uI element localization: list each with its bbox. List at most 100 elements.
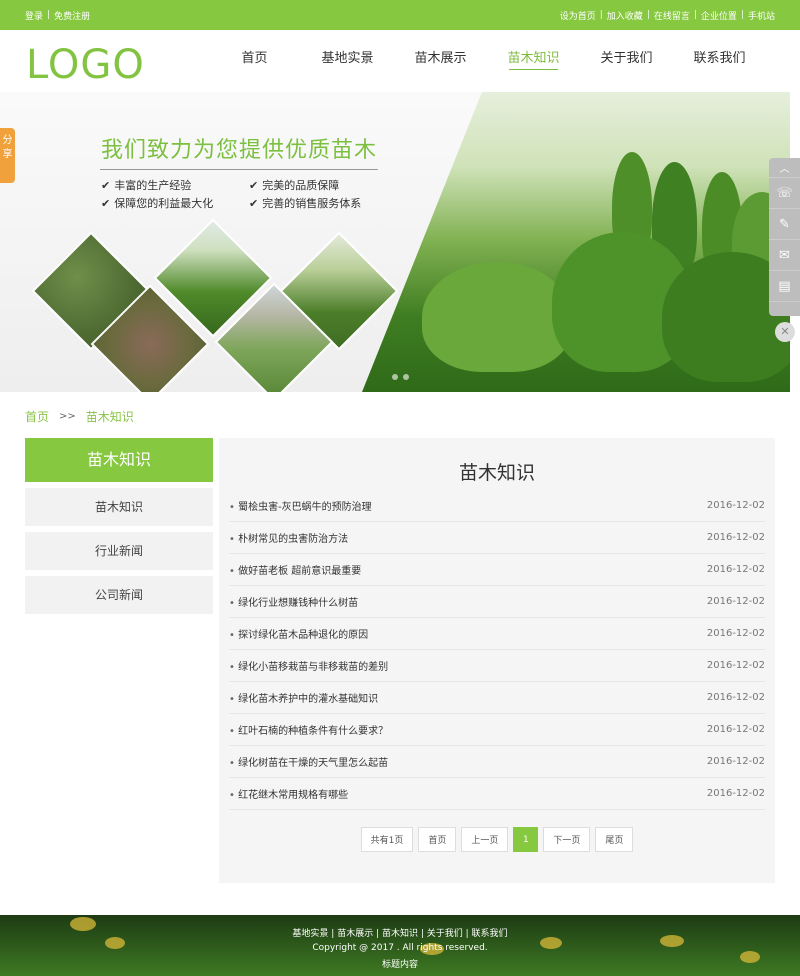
article-title[interactable]: 蜀桧虫害-灰巴蜗牛的预防治理 <box>229 498 372 513</box>
article-title[interactable]: 做好苗老板 超前意识最重要 <box>229 562 361 577</box>
forest-image <box>362 92 790 392</box>
top-bar: 登录 | 免费注册 设为首页 | 加入收藏 | 在线留言 | 企业位置 | 手机… <box>0 0 800 30</box>
banner-dot[interactable] <box>392 374 398 380</box>
logo[interactable]: LOGO <box>26 42 145 88</box>
banner-feature: ✔ 保障您的利益最大化 <box>101 195 213 211</box>
article-date: 2016-12-02 <box>706 532 765 543</box>
company-location-link[interactable]: 企业位置 <box>701 9 737 22</box>
main-nav: 首页 基地实景 苗木展示 苗木知识 关于我们 联系我们 <box>208 30 766 92</box>
mail-icon[interactable]: ✉ <box>769 240 800 271</box>
phone-icon[interactable]: ☏ <box>769 178 800 209</box>
footer-subtitle: 标题内容 <box>381 960 418 970</box>
list-item[interactable]: 红叶石楠的种植条件有什么要求？ 2016-12-02 <box>229 714 765 746</box>
article-date: 2016-12-02 <box>706 628 765 639</box>
mobile-site-link[interactable]: 手机站 <box>748 9 775 22</box>
book-icon[interactable]: ▤ <box>769 271 800 302</box>
list-item[interactable]: 探讨绿化苗木品种退化的原因 2016-12-02 <box>229 618 765 650</box>
footer-link-products[interactable]: 苗木展示 <box>337 929 373 939</box>
banner-divider <box>100 169 378 170</box>
nav-item-products[interactable]: 苗木展示 <box>394 30 487 92</box>
banner-feature: ✔ 完美的品质保障 <box>249 177 339 193</box>
hero-banner[interactable]: 我们致力为您提供优质苗木 ✔ 丰富的生产经验 ✔ 完美的品质保障 ✔ 保障您的利… <box>0 92 790 392</box>
article-date: 2016-12-02 <box>706 596 765 607</box>
nav-item-base[interactable]: 基地实景 <box>301 30 394 92</box>
article-panel: 苗木知识 蜀桧虫害-灰巴蜗牛的预防治理 2016-12-02 朴树常见的虫害防治方… <box>219 438 775 883</box>
divider: | <box>462 929 472 939</box>
footer-link-base[interactable]: 基地实景 <box>292 929 328 939</box>
article-title[interactable]: 绿化小苗移栽苗与非移栽苗的差别 <box>229 658 388 673</box>
nav-item-about[interactable]: 关于我们 <box>580 30 673 92</box>
article-title[interactable]: 绿化行业想赚钱种什么树苗 <box>229 594 358 609</box>
footer-links: 基地实景 | 苗木展示 | 苗木知识 | 关于我们 | 联系我们 <box>0 926 800 939</box>
article-list: 蜀桧虫害-灰巴蜗牛的预防治理 2016-12-02 朴树常见的虫害防治方法 2016… <box>229 490 765 810</box>
nav-item-knowledge[interactable]: 苗木知识 <box>487 30 580 92</box>
sidebar-title: 苗木知识 <box>25 438 213 482</box>
divider: | <box>418 929 427 939</box>
login-link[interactable]: 登录 <box>25 9 43 22</box>
breadcrumb: 首页 >> 苗木知识 <box>25 408 134 425</box>
feature-text: 丰富的生产经验 <box>114 179 192 192</box>
article-date: 2016-12-02 <box>706 756 765 767</box>
banner-title: 我们致力为您提供优质苗木 <box>101 138 378 163</box>
footer-link-knowledge[interactable]: 苗木知识 <box>382 929 418 939</box>
list-item[interactable]: 蜀桧虫害-灰巴蜗牛的预防治理 2016-12-02 <box>229 490 765 522</box>
article-date: 2016-12-02 <box>706 724 765 735</box>
article-title[interactable]: 红花继木常用规格有哪些 <box>229 786 348 801</box>
article-date: 2016-12-02 <box>706 500 765 511</box>
check-icon: ✔ <box>249 196 259 210</box>
article-date: 2016-12-02 <box>706 788 765 799</box>
divider: | <box>373 929 382 939</box>
article-title[interactable]: 朴树常见的虫害防治方法 <box>229 530 348 545</box>
close-icon[interactable]: ✕ <box>775 322 795 342</box>
next-page-button[interactable]: 下一页 <box>543 827 591 852</box>
article-date: 2016-12-02 <box>706 564 765 575</box>
list-item[interactable]: 做好苗老板 超前意识最重要 2016-12-02 <box>229 554 765 586</box>
sidebar-item-knowledge[interactable]: 苗木知识 <box>25 488 213 526</box>
divider: | <box>328 929 338 939</box>
sidebar: 苗木知识 苗木知识 行业新闻 公司新闻 <box>25 438 213 614</box>
check-icon: ✔ <box>249 178 259 192</box>
top-bar-right: 设为首页 | 加入收藏 | 在线留言 | 企业位置 | 手机站 <box>560 9 775 22</box>
list-item[interactable]: 朴树常见的虫害防治方法 2016-12-02 <box>229 522 765 554</box>
sidebar-item-industry-news[interactable]: 行业新闻 <box>25 532 213 570</box>
nav-item-contact[interactable]: 联系我们 <box>673 30 766 92</box>
banner-pagination[interactable] <box>392 374 409 380</box>
list-item[interactable]: 绿化苗木养护中的灌水基础知识 2016-12-02 <box>229 682 765 714</box>
edit-icon[interactable]: ✎ <box>769 209 800 240</box>
article-title[interactable]: 绿化苗木养护中的灌水基础知识 <box>229 690 378 705</box>
list-item[interactable]: 绿化树苗在干燥的天气里怎么起苗 2016-12-02 <box>229 746 765 778</box>
share-tab[interactable]: 分享 <box>0 128 15 183</box>
pagination: 共有1页 首页 上一页 1 下一页 尾页 <box>219 827 775 852</box>
banner-feature: ✔ 丰富的生产经验 <box>101 177 191 193</box>
banner-feature: ✔ 完善的销售服务体系 <box>249 195 361 211</box>
sidebar-item-company-news[interactable]: 公司新闻 <box>25 576 213 614</box>
feature-text: 保障您的利益最大化 <box>114 197 214 210</box>
header: LOGO 首页 基地实景 苗木展示 苗木知识 关于我们 联系我们 <box>0 30 800 92</box>
breadcrumb-separator: >> <box>59 411 76 422</box>
list-item[interactable]: 红花继木常用规格有哪些 2016-12-02 <box>229 778 765 810</box>
article-date: 2016-12-02 <box>706 692 765 703</box>
add-favorite-link[interactable]: 加入收藏 <box>607 9 643 22</box>
banner-dot[interactable] <box>403 374 409 380</box>
current-page-button[interactable]: 1 <box>513 827 539 852</box>
chevron-up-icon[interactable]: ︿ <box>769 158 800 178</box>
article-title[interactable]: 红叶石楠的种植条件有什么要求？ <box>229 722 388 737</box>
first-page-button[interactable]: 首页 <box>418 827 457 852</box>
online-message-link[interactable]: 在线留言 <box>654 9 690 22</box>
top-bar-left: 登录 | 免费注册 <box>25 9 90 22</box>
list-item[interactable]: 绿化行业想赚钱种什么树苗 2016-12-02 <box>229 586 765 618</box>
last-page-button[interactable]: 尾页 <box>595 827 634 852</box>
footer-link-contact[interactable]: 联系我们 <box>472 929 508 939</box>
article-title[interactable]: 探讨绿化苗木品种退化的原因 <box>229 626 368 641</box>
register-link[interactable]: 免费注册 <box>54 9 90 22</box>
check-icon: ✔ <box>101 196 111 210</box>
set-homepage-link[interactable]: 设为首页 <box>560 9 596 22</box>
check-icon: ✔ <box>101 178 111 192</box>
prev-page-button[interactable]: 上一页 <box>461 827 509 852</box>
footer-link-about[interactable]: 关于我们 <box>427 929 463 939</box>
article-title[interactable]: 绿化树苗在干燥的天气里怎么起苗 <box>229 754 388 769</box>
breadcrumb-home[interactable]: 首页 <box>25 408 49 425</box>
nav-item-home[interactable]: 首页 <box>208 30 301 92</box>
divider: | <box>740 10 744 20</box>
list-item[interactable]: 绿化小苗移栽苗与非移栽苗的差别 2016-12-02 <box>229 650 765 682</box>
